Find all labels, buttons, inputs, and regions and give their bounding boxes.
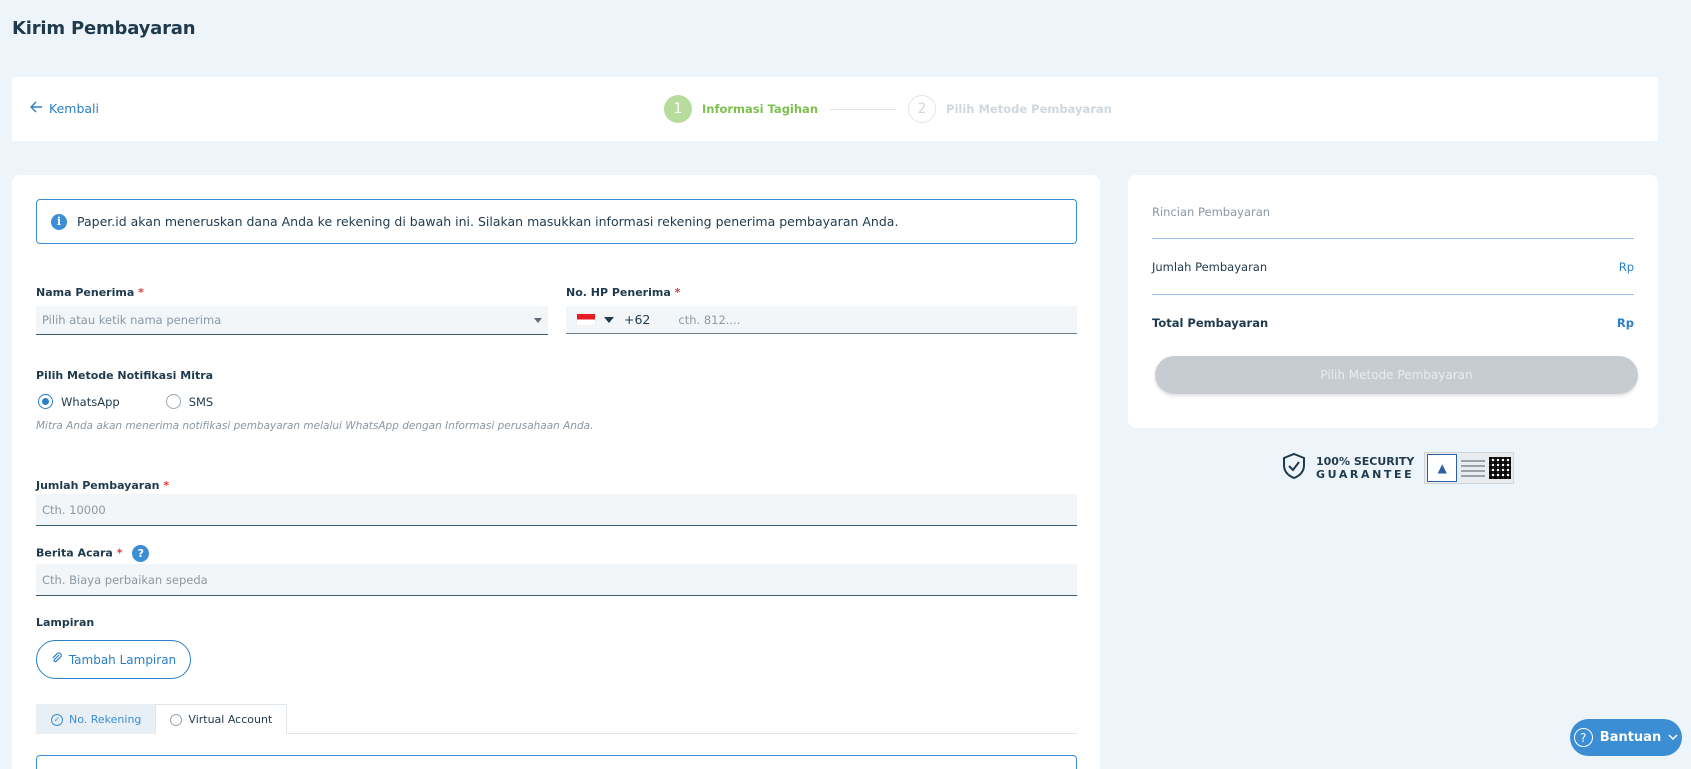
divider [1152,238,1634,239]
row-value: Rp [1616,316,1634,330]
indonesia-flag-icon[interactable] [576,313,596,326]
caret-down-icon [534,318,542,323]
row-label: Jumlah Pembayaran [1152,260,1268,274]
info-icon: i [51,213,67,230]
step-pilih-metode: 2 Pilih Metode Pembayaran [908,95,1112,123]
step-connector [830,108,897,110]
label-text: Nama Penerima [36,286,135,299]
page-title: Kirim Pembayaran [12,18,196,39]
info-banner: i Paper.id akan meneruskan dana Anda ke … [36,199,1077,244]
required-mark: * [138,286,144,299]
label-text: Berita Acara [36,546,113,560]
phone-input[interactable]: cth. 812.... [678,313,740,327]
whatsapp-label[interactable]: WhatsApp [61,395,120,409]
label-text: No. HP Penerima [566,286,671,299]
certification-text [1461,459,1486,477]
security-guarantee: 100% SECURITY GUARANTEE ▲ [1282,452,1515,484]
required-mark: * [674,286,681,299]
choose-payment-method-button[interactable]: Pilih Metode Pembayaran [1155,356,1638,394]
sms-label[interactable]: SMS [189,395,214,409]
question-icon: ? [1573,728,1593,747]
back-label: Kembali [49,101,99,116]
label-text: Jumlah Pembayaran [36,479,160,492]
step-label: Pilih Metode Pembayaran [946,102,1112,116]
amount-label: Jumlah Pembayaran * [36,479,169,492]
memo-placeholder: Cth. Biaya perbaikan sepeda [42,572,208,587]
back-link[interactable]: Kembali [30,101,99,116]
memo-input[interactable]: Cth. Biaya perbaikan sepeda [36,564,1077,596]
paperclip-icon [51,652,63,667]
step-informasi-tagihan: 1 Informasi Tagihan [664,95,818,123]
stepper: 1 Informasi Tagihan 2 Pilih Metode Pemba… [664,95,1112,123]
qr-code-icon [1489,457,1512,479]
tab-label: No. Rekening [69,713,142,726]
notification-radio-group: WhatsApp SMS [38,394,213,409]
attachment-label: Lampiran [36,616,95,629]
check-circle-icon: ✓ [51,713,63,726]
help-button[interactable]: ? Bantuan [1570,719,1682,756]
country-code: +62 [624,312,651,327]
caret-down-icon[interactable] [604,316,614,323]
account-info-box [36,755,1077,769]
step-number: 1 [664,95,692,123]
security-line2: GUARANTEE [1316,468,1415,481]
whatsapp-radio[interactable] [38,394,53,409]
payment-form-card: i Paper.id akan meneruskan dana Anda ke … [12,175,1100,769]
notification-method-label: Pilih Metode Notifikasi Mitra [36,369,214,382]
tab-no-rekening[interactable]: ✓ No. Rekening [36,704,157,734]
chevron-down-icon [1668,730,1678,745]
recipient-name-select[interactable]: Pilih atau ketik nama penerima [36,306,548,335]
tab-virtual-account[interactable]: Virtual Account [155,704,288,734]
divider [1152,294,1634,295]
info-text: Paper.id akan meneruskan dana Anda ke re… [77,214,899,229]
security-line1: 100% SECURITY [1316,455,1415,468]
notification-hint: Mitra Anda akan menerima notifikasi pemb… [36,420,594,432]
row-label: Total Pembayaran [1152,316,1269,330]
recipient-name-placeholder: Pilih atau ketik nama penerima [42,313,222,327]
recipient-phone-field: +62 cth. 812.... [566,306,1077,334]
memo-label: Berita Acara * ? [36,545,150,562]
payment-summary-card: Rincian Pembayaran Jumlah Pembayaran Rp … [1128,175,1658,428]
summary-row-amount: Jumlah Pembayaran Rp [1152,260,1634,274]
required-mark: * [163,479,170,492]
certification-logo: ▲ [1427,454,1458,482]
topbar: Kembali 1 Informasi Tagihan 2 Pilih Meto… [12,77,1658,141]
shield-check-icon [1282,452,1306,484]
tab-label: Virtual Account [188,713,273,726]
add-attachment-button[interactable]: Tambah Lampiran [36,640,191,679]
amount-input[interactable]: Cth. 10000 [36,494,1077,526]
required-mark: * [116,546,123,560]
help-label: Bantuan [1599,730,1662,745]
sms-radio[interactable] [165,394,181,409]
certification-badge: ▲ [1424,452,1515,484]
step-label: Informasi Tagihan [702,102,819,116]
arrow-left-icon [30,101,43,116]
account-type-tabs: ✓ No. Rekening Virtual Account [36,704,1077,734]
help-icon[interactable]: ? [132,545,150,562]
summary-row-total: Total Pembayaran Rp [1152,316,1634,330]
step-number: 2 [908,95,937,123]
recipient-name-label: Nama Penerima * [36,286,144,299]
circle-icon [170,713,183,726]
row-value: Rp [1618,260,1634,274]
summary-title: Rincian Pembayaran [1152,205,1271,219]
security-text: 100% SECURITY GUARANTEE [1316,455,1414,481]
amount-placeholder: Cth. 10000 [42,502,106,517]
add-attachment-label: Tambah Lampiran [68,652,177,667]
recipient-phone-label: No. HP Penerima * [566,286,680,299]
